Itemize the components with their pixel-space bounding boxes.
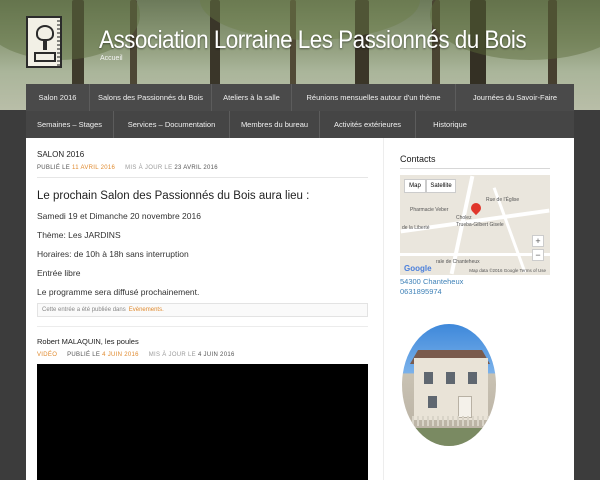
nav-item-semaines-stages[interactable]: Semaines – Stages: [26, 111, 114, 138]
main-column: SALON 2016 PUBLIÉ LE 11 AVRIL 2016 MIS À…: [37, 150, 368, 358]
map-label-chanteheux: rale de Chanteheux: [436, 259, 480, 265]
logo-tree-stem: [43, 40, 47, 50]
sidebar: Contacts Map Satellite Rue de l'Église P…: [400, 154, 550, 296]
video-player[interactable]: [37, 364, 368, 480]
nav-item-reunions-mensuelles[interactable]: Réunions mensuelles autour d'un thème: [292, 84, 456, 111]
contacts-heading-rule: [400, 168, 550, 169]
meta-updated-label: MIS À JOUR LE: [125, 165, 173, 171]
post-paragraph-hours: Horaires: de 10h à 18h sans interruption: [37, 249, 189, 259]
photo-window: [468, 372, 477, 384]
contacts-heading: Contacts: [400, 154, 436, 164]
site-title[interactable]: Association Lorraine Les Passionnés du B…: [99, 26, 527, 55]
contact-address: 54300 Chanteheux: [400, 277, 464, 286]
site-tagline: Accueil: [100, 55, 123, 62]
map-marker-icon[interactable]: [468, 200, 484, 216]
map-label-trueba: Trueba-Gilbert Gisele: [456, 222, 504, 228]
post-meta: PUBLIÉ LE 11 AVRIL 2016 MIS À JOUR LE 23…: [37, 165, 368, 171]
post-divider: [37, 177, 368, 178]
map-label-pharmacie: Pharmacie Veber: [410, 207, 449, 213]
nav-item-membres-bureau[interactable]: Membres du bureau: [230, 111, 320, 138]
photo-fence: [402, 416, 496, 426]
sidebar-divider: [383, 138, 384, 480]
map-attribution[interactable]: Map data ©2016 Google Terms of Use: [469, 268, 546, 273]
main-nav-row-1: Salon 2016 Salons des Passionnés du Bois…: [26, 84, 574, 111]
nav-item-services-documentation[interactable]: Services – Documentation: [114, 111, 230, 138]
map-button-map[interactable]: Map: [404, 179, 426, 193]
post-paragraph-theme: Thème: Les JARDINS: [37, 230, 121, 240]
map-label-rue-eglise: Rue de l'Église: [486, 197, 520, 203]
google-logo: Google: [404, 264, 432, 273]
meta-published-label: PUBLIÉ LE: [67, 352, 101, 358]
post-headline: Le prochain Salon des Passionnés du Bois…: [37, 190, 310, 202]
post-title-salon-2016[interactable]: SALON 2016: [37, 150, 368, 159]
map-road: [400, 253, 550, 256]
post-separator: [37, 326, 368, 327]
post-title-robert-malaquin[interactable]: Robert MALAQUIN, les poules: [37, 337, 368, 346]
logo-vertical-lettering: [57, 20, 62, 66]
photo-window: [428, 396, 437, 408]
nav-item-historique[interactable]: Historique: [416, 111, 484, 138]
photo-grass: [402, 428, 496, 446]
association-building-photo: [402, 324, 496, 446]
nav-item-ateliers[interactable]: Ateliers à la salle: [212, 84, 292, 111]
post-meta: VIDÉO PUBLIÉ LE 4 JUIN 2016 MIS À JOUR L…: [37, 352, 368, 358]
posted-in-box: Cette entrée a été publiée dans Evènemen…: [37, 303, 368, 317]
posted-in-category-link[interactable]: Evènements.: [129, 307, 164, 313]
map-zoom-in-button[interactable]: +: [532, 235, 544, 247]
meta-published-label: PUBLIÉ LE: [37, 165, 71, 171]
contact-phone: 0631895974: [400, 287, 442, 296]
post-paragraph-dates: Samedi 19 et Dimanche 20 novembre 2016: [37, 211, 201, 221]
post-paragraph-entry: Entrée libre: [37, 268, 81, 278]
logo-base: [34, 52, 56, 62]
nav-item-activites-exterieures[interactable]: Activités extérieures: [320, 111, 416, 138]
photo-house: [414, 358, 488, 420]
meta-category-video[interactable]: VIDÉO: [37, 352, 57, 358]
nav-item-salon-2016[interactable]: Salon 2016: [26, 84, 90, 111]
photo-window: [446, 372, 455, 384]
meta-updated-date: 4 JUIN 2016: [197, 352, 235, 358]
map-button-satellite[interactable]: Satellite: [426, 179, 456, 193]
meta-updated-date: 23 AVRIL 2016: [174, 165, 218, 171]
contact-map[interactable]: Map Satellite Rue de l'Église Pharmacie …: [400, 175, 550, 275]
nav-item-journees-savoir-faire[interactable]: Journées du Savoir-Faire: [456, 84, 574, 111]
map-label-cholez: Cholez: [456, 215, 472, 221]
site-logo[interactable]: [26, 16, 62, 68]
posted-in-label: Cette entrée a été publiée dans: [42, 307, 126, 313]
meta-updated-label: MIS À JOUR LE: [148, 352, 196, 358]
meta-published-date[interactable]: 11 AVRIL 2016: [72, 165, 115, 171]
meta-published-date[interactable]: 4 JUIN 2016: [102, 352, 139, 358]
photo-window: [424, 372, 433, 384]
map-label-liberte: de la Liberté: [402, 225, 430, 231]
main-nav-row-2: Semaines – Stages Services – Documentati…: [26, 111, 574, 138]
photo-door: [458, 396, 472, 418]
post-paragraph-program: Le programme sera diffusé prochainement.: [37, 287, 200, 297]
map-zoom-out-button[interactable]: −: [532, 249, 544, 261]
nav-item-salons-passionnes[interactable]: Salons des Passionnés du Bois: [90, 84, 212, 111]
logo-tree-icon: [36, 25, 54, 41]
content-card: SALON 2016 PUBLIÉ LE 11 AVRIL 2016 MIS À…: [26, 138, 574, 480]
